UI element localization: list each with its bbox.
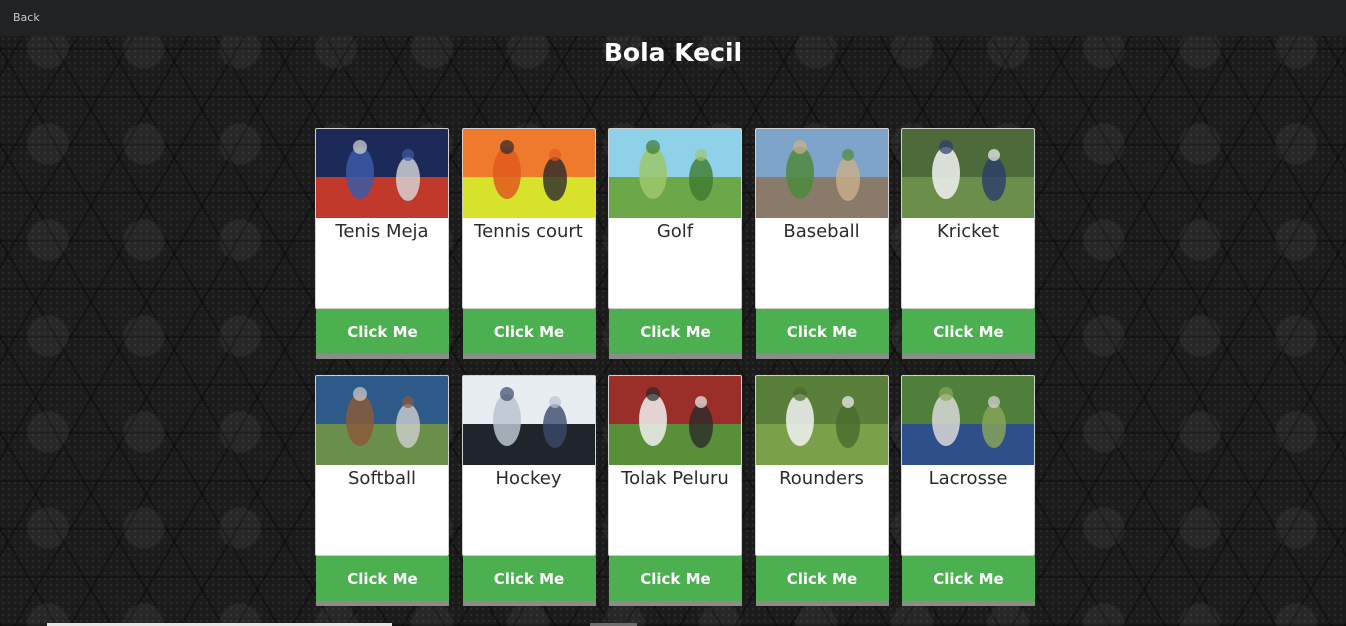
softball-collage-photo — [316, 376, 448, 465]
sport-card: Hockey — [461, 375, 596, 556]
click-me-button[interactable]: Click Me — [902, 309, 1035, 354]
sport-card: Lacrosse — [901, 375, 1035, 556]
click-me-button[interactable]: Click Me — [316, 556, 449, 601]
ice-hockey-photo — [462, 376, 595, 465]
sport-card-label: Rounders — [779, 468, 864, 489]
sport-card-label: Hockey — [495, 468, 562, 489]
sport-tile: Baseball Click Me — [754, 128, 889, 359]
sport-card: Rounders — [754, 375, 889, 556]
tennis-racket-balls-photo — [462, 129, 595, 218]
sport-card-label: Baseball — [783, 221, 860, 242]
sport-tile: Tenis Meja Click Me — [315, 128, 449, 359]
sport-tile: Softball Click Me — [315, 375, 449, 606]
sport-card: Softball — [315, 375, 449, 556]
shot-put-photo — [609, 376, 741, 465]
back-link[interactable]: Back — [13, 11, 40, 24]
sport-card-label: Golf — [656, 221, 694, 242]
sport-card: Baseball — [754, 128, 889, 309]
click-me-button[interactable]: Click Me — [462, 556, 596, 601]
sport-card: Kricket — [901, 128, 1035, 309]
click-me-button[interactable]: Click Me — [609, 309, 742, 354]
rounders-field-photo — [755, 376, 888, 465]
click-me-button[interactable]: Click Me — [462, 309, 596, 354]
sport-card: Tennis court — [461, 128, 596, 309]
sport-tile: Hockey Click Me — [461, 375, 596, 606]
sport-card-label: Tennis court — [474, 221, 583, 242]
click-me-button[interactable]: Click Me — [902, 556, 1035, 601]
click-me-button[interactable]: Click Me — [755, 309, 889, 354]
sport-card-label: Lacrosse — [928, 468, 1008, 489]
sport-tile: Rounders Click Me — [754, 375, 889, 606]
sport-card: Tolak Peluru — [608, 375, 742, 556]
sport-tile: Tolak Peluru Click Me — [608, 375, 742, 606]
click-me-button[interactable]: Click Me — [609, 556, 742, 601]
sport-card: Golf — [608, 128, 742, 309]
sport-tile: Kricket Click Me — [901, 128, 1035, 359]
sport-card-label: Kricket — [936, 221, 999, 242]
sport-card: Tenis Meja — [315, 128, 449, 309]
sport-card-label: Tolak Peluru — [621, 468, 729, 489]
page-title: Bola Kecil — [603, 38, 743, 67]
sport-tile: Golf Click Me — [608, 128, 742, 359]
top-bar: Back — [0, 0, 1346, 36]
golf-course-photo — [609, 129, 741, 218]
sport-tile: Lacrosse Click Me — [901, 375, 1035, 606]
sport-card-label: Tenis Meja — [335, 221, 429, 242]
cricket-players-photo — [902, 129, 1034, 218]
baseball-stadium-photo — [755, 129, 888, 218]
click-me-button[interactable]: Click Me — [316, 309, 449, 354]
sport-tile: Tennis court Click Me — [461, 128, 596, 359]
lacrosse-match-photo — [902, 376, 1034, 465]
sport-card-label: Softball — [348, 468, 416, 489]
sport-card-grid: Tenis Meja Click Me Tennis court Click Me Go… — [315, 128, 1037, 606]
table-tennis-photo — [316, 129, 448, 218]
click-me-button[interactable]: Click Me — [755, 556, 889, 601]
